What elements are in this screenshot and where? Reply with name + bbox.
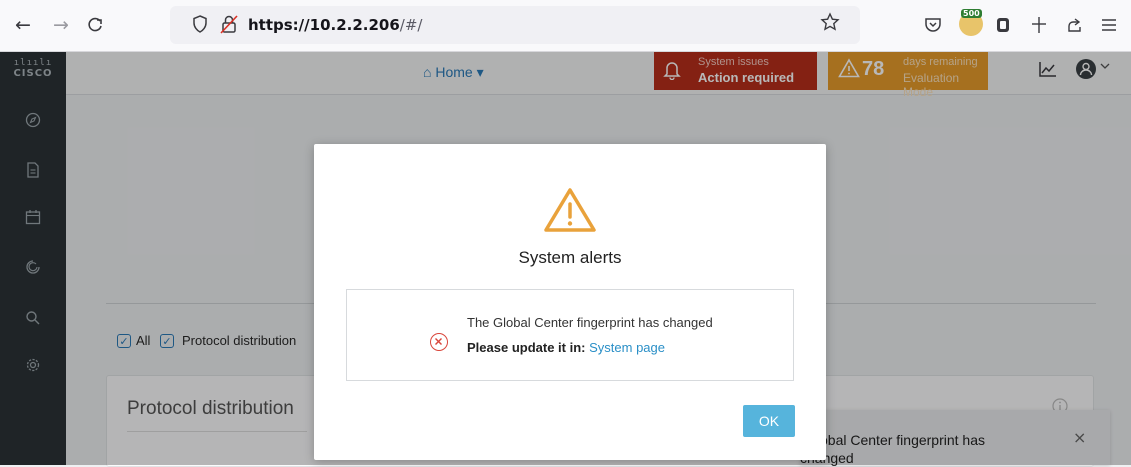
system-alerts-dialog: System alerts The Global Center fingerpr… xyxy=(314,144,826,460)
extensions-icon[interactable] xyxy=(1026,12,1052,38)
extension-500-icon[interactable]: 500 xyxy=(959,9,983,36)
ok-button[interactable]: OK xyxy=(743,405,795,437)
alert-action-prefix: Please update it in: xyxy=(467,340,586,355)
alert-message: The Global Center fingerprint has change… xyxy=(467,315,713,330)
system-page-link[interactable]: System page xyxy=(589,340,665,355)
browser-toolbar: ← → https://10.2.2.206/#/ 500 xyxy=(0,0,1131,52)
address-bar[interactable]: https://10.2.2.206/#/ xyxy=(170,6,860,44)
warning-triangle-icon xyxy=(540,184,600,236)
share-icon[interactable] xyxy=(1062,12,1088,38)
pocket-icon[interactable] xyxy=(920,12,946,38)
forward-icon[interactable]: → xyxy=(48,12,74,38)
menu-icon[interactable] xyxy=(1096,12,1122,38)
alert-item: The Global Center fingerprint has change… xyxy=(346,289,794,381)
reload-icon[interactable] xyxy=(82,12,108,38)
shield-extension-icon[interactable] xyxy=(990,12,1016,38)
error-circle-icon xyxy=(430,333,448,351)
url-text: https://10.2.2.206/#/ xyxy=(248,16,423,34)
insecure-lock-icon[interactable] xyxy=(220,14,238,39)
bookmark-star-icon[interactable] xyxy=(820,12,840,37)
alert-action: Please update it in: System page xyxy=(467,340,665,355)
back-icon[interactable]: ← xyxy=(10,12,36,38)
tracking-shield-icon[interactable] xyxy=(192,15,208,38)
dialog-title: System alerts xyxy=(518,248,622,267)
